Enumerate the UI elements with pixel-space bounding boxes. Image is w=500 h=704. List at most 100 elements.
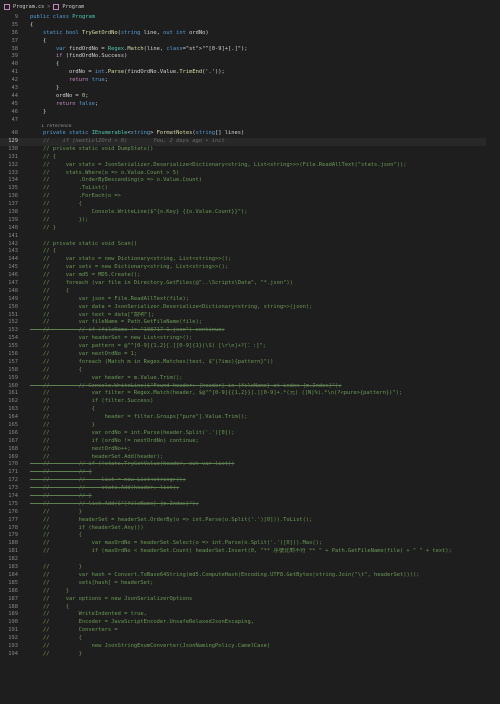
code-line[interactable]: 154 // var headerSet = new List<string>(… — [0, 335, 500, 343]
code-line[interactable]: 166 // var ordNo = int.Parse(header.Spli… — [0, 430, 500, 438]
code-line[interactable]: 194 // } — [0, 651, 500, 659]
code-line[interactable]: 163 // { — [0, 406, 500, 414]
code-area[interactable]: 9 public class Program 35 {36 static bool T… — [0, 14, 500, 704]
code-line[interactable]: 153 // ------- // if (fileName != "10871… — [0, 327, 500, 335]
code-line[interactable]: 156 // var nextOrdNo = 1; — [0, 351, 500, 359]
code-line[interactable]: 134 // .OrderByDescending(o => o.Value.C… — [0, 177, 500, 185]
line-number: 144 — [8, 256, 18, 263]
line-content: // header = filter.Groups["pure"].Value.… — [30, 414, 248, 421]
code-line[interactable]: 38 var findOrdNo = Regex.Match(line, cla… — [0, 46, 500, 54]
breadcrumb-symbol[interactable]: Program — [62, 4, 84, 10]
minimap[interactable] — [486, 14, 500, 704]
line-content: // if (filter.Success) — [30, 398, 154, 405]
code-line[interactable]: 172 // ------- // list = new List<string… — [0, 477, 500, 485]
code-line[interactable]: 137 // { — [0, 201, 500, 209]
code-line[interactable]: 140 // } — [0, 225, 500, 233]
code-line[interactable]: 44 ordNo = 0; — [0, 93, 500, 101]
code-line[interactable]: 186 // } — [0, 588, 500, 596]
line-number: 183 — [8, 564, 18, 571]
code-line[interactable]: 45 return false; — [0, 101, 500, 109]
code-line[interactable]: 152 // var fileName = Path.GetFileName(f… — [0, 319, 500, 327]
code-line[interactable]: 175 // ------- // list.Add($"{fileName} … — [0, 501, 500, 509]
code-line[interactable]: 48 private static IEnumerable<string> Fo… — [0, 130, 500, 138]
code-line[interactable]: 149 // var json = File.ReadAllText(file)… — [0, 296, 500, 304]
code-line[interactable]: 129 // if (nextLvl2Ord > 0) You, 2 days … — [0, 137, 500, 146]
code-line[interactable]: 42 return true; — [0, 77, 500, 85]
code-line[interactable]: 158 // { — [0, 367, 500, 375]
line-content: // headerSet = headerSet.OrderBy(o => in… — [30, 516, 313, 523]
code-line[interactable]: 148 // { — [0, 288, 500, 296]
code-line[interactable]: 43 } — [0, 85, 500, 93]
code-line[interactable]: 185 // sets[hash] = headerSet; — [0, 580, 500, 588]
code-line[interactable]: 46 } — [0, 109, 500, 117]
line-content: ordNo = int.Parse(findOrdNo.Value.TrimEn… — [30, 69, 225, 76]
code-line[interactable]: 176 // } — [0, 509, 500, 517]
code-line[interactable]: 143 // { — [0, 248, 500, 256]
code-line[interactable]: 47 — [0, 117, 500, 125]
code-line[interactable]: 162 // if (filter.Success) — [0, 398, 500, 406]
code-line[interactable]: 191 // Converters = — [0, 627, 500, 635]
code-line[interactable]: 171 // ------- // { — [0, 469, 500, 477]
code-line[interactable]: 184 // var hash = Convert.ToBase64String… — [0, 572, 500, 580]
code-line[interactable]: 133 // stats.Where(o => o.Value.Count > … — [0, 170, 500, 178]
code-line[interactable]: 150 // var data = JsonSerializer.Deseria… — [0, 304, 500, 312]
code-line[interactable]: 170 // ------- // if (!stats.TryGetValue… — [0, 461, 500, 469]
code-line[interactable]: 138 // Console.WriteLine($"{o.Key} {{o.V… — [0, 209, 500, 217]
code-line[interactable]: 151 // var text = data["說明"]; — [0, 312, 500, 320]
code-line[interactable]: 193 // new JsonStringEnumConverter(JsonN… — [0, 643, 500, 651]
code-line[interactable]: 187 // var options = new JsonSerializerO… — [0, 596, 500, 604]
line-number: 132 — [8, 161, 18, 168]
code-line[interactable]: 183 // } — [0, 564, 500, 572]
code-line[interactable]: 130 // private static void DumpStats() — [0, 146, 500, 154]
code-line[interactable]: 157 // foreach (Match m in Regex.Matches… — [0, 359, 500, 367]
code-line[interactable]: 147 // foreach (var file in Directory.Ge… — [0, 280, 500, 288]
code-line[interactable]: 155 // var pattern = @"^[0-9]{1,2}[.][0-… — [0, 343, 500, 351]
code-line[interactable]: 136 // .ForEach(o => — [0, 193, 500, 201]
code-line[interactable]: 169 // headerSet.Add(header); — [0, 454, 500, 462]
code-line[interactable]: 180 // var maxOrdNo = headerSet.Select(o… — [0, 540, 500, 548]
line-content: // ------- // if (fileName != "108717-1.… — [30, 327, 225, 334]
line-content: // { — [30, 201, 82, 208]
code-line[interactable]: 188 // { — [0, 604, 500, 612]
code-line[interactable]: 36 static bool TryGetOrdNo(string line, … — [0, 30, 500, 38]
code-line[interactable]: 132 // var stats = JsonSerializer.Deseri… — [0, 162, 500, 170]
code-line[interactable]: 145 // var sets = new Dictionary<string,… — [0, 264, 500, 272]
code-line[interactable]: 41 ordNo = int.Parse(findOrdNo.Value.Tri… — [0, 69, 500, 77]
code-line[interactable]: 177 // headerSet = headerSet.OrderBy(o =… — [0, 517, 500, 525]
code-line[interactable]: 146 // var md5 = MD5.Create(); — [0, 272, 500, 280]
code-line[interactable]: 40 { — [0, 61, 500, 69]
code-line[interactable]: 135 // .ToList() — [0, 185, 500, 193]
code-line[interactable]: 192 // { — [0, 635, 500, 643]
code-line[interactable]: 131 // { — [0, 154, 500, 162]
code-line[interactable]: 189 // WriteIndented = true, — [0, 611, 500, 619]
code-line[interactable]: 160 // ------- // Console.WriteLine($"Fo… — [0, 383, 500, 391]
code-line[interactable]: 159 // var header = m.Value.Trim(); — [0, 375, 500, 383]
line-content: // var sets = new Dictionary<string, Lis… — [30, 264, 228, 271]
code-line[interactable]: 174 // ------- // } — [0, 493, 500, 501]
code-line[interactable]: 9 public class Program — [0, 14, 500, 22]
code-line[interactable]: 168 // nextOrdNo++; — [0, 446, 500, 454]
code-line[interactable]: 182 — [0, 556, 500, 564]
code-line[interactable]: 37 { — [0, 38, 500, 46]
code-line[interactable]: 39 if (findOrdNo.Success) — [0, 53, 500, 61]
code-line[interactable]: 178 // if (headerSet.Any()) — [0, 525, 500, 533]
code-line[interactable]: 165 // } — [0, 422, 500, 430]
code-line[interactable]: 161 // var filter = Regex.Match(header, … — [0, 390, 500, 398]
breadcrumb-file[interactable]: Program.cs — [13, 4, 44, 10]
code-line[interactable]: 164 // header = filter.Groups["pure"].Va… — [0, 414, 500, 422]
line-number: 153 — [8, 327, 18, 334]
code-line[interactable]: 141 — [0, 233, 500, 241]
code-line[interactable]: 139 // }); — [0, 217, 500, 225]
code-line[interactable]: 190 // Encoder = JavaScriptEncoder.Unsaf… — [0, 619, 500, 627]
code-line[interactable]: 173 // ------- // stats.Add(header, list… — [0, 485, 500, 493]
code-line[interactable]: 179 // { — [0, 532, 500, 540]
line-content: private static IEnumerable<string> Forma… — [42, 130, 245, 137]
code-line[interactable]: 142 // private static void Scan() — [0, 241, 500, 249]
code-editor[interactable]: Program.cs > Program 9 public class Progr… — [0, 0, 500, 704]
code-line[interactable]: 181 // if (maxOrdNo < headerSet.Count) h… — [0, 548, 500, 556]
line-content: // .ToList() — [30, 185, 108, 192]
code-line[interactable]: 35 { — [0, 22, 500, 30]
line-content: // ------- // Console.WriteLine($"Found … — [30, 382, 342, 389]
code-line[interactable]: 167 // if (ordNo != nextOrdNo) continue; — [0, 438, 500, 446]
code-line[interactable]: 144 // var stats = new Dictionary<string… — [0, 256, 500, 264]
